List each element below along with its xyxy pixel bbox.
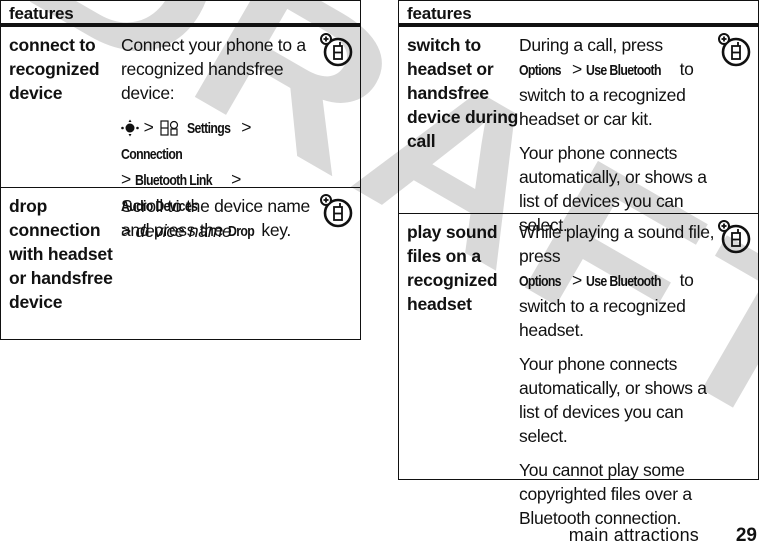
description-before: While playing a sound file, press [519,222,715,266]
path-separator: > [571,270,582,290]
key-drop: Drop [227,223,255,240]
feature-name: connect to recognized device [9,35,100,103]
menu-item-options: Options [519,62,562,79]
table-row: connect to recognized device Connect you… [1,27,360,241]
feature-name: play sound files on a recognized headset [407,222,498,314]
path-separator: > [241,117,252,137]
description-note: Your phone connects automatically, or sh… [519,354,707,446]
table-header: features [399,0,758,27]
description-before: During a call, press [519,35,663,55]
path-separator: > [571,59,582,79]
table-row: switch to headset or handsfree device du… [399,27,758,235]
description-text: Scroll to the device name and press the … [121,194,324,244]
table-row: play sound files on a recognized headset… [399,214,758,528]
menu-item-use-bluetooth: Use Bluetooth [586,273,662,290]
description-text: Connect your phone to a recognized hands… [121,35,306,103]
feature-name: drop connection with headset or handsfre… [9,196,113,312]
description-note: You cannot play some copyrighted files o… [519,460,692,528]
menu-item-use-bluetooth: Use Bluetooth [586,62,662,79]
path-separator: > [231,169,242,189]
network-feature-icon [718,33,751,67]
description-after: key. [261,220,291,240]
table-header: features [1,0,360,27]
feature-name: switch to headset or handsfree device du… [407,35,519,151]
menu-item-settings: Settings [186,120,231,137]
features-table-left: features connect to recognized device Co… [0,0,361,340]
table-row: drop connection with headset or handsfre… [1,188,360,339]
network-feature-icon [718,220,751,254]
menu-item-options: Options [519,273,562,290]
path-separator: > [121,169,131,189]
path-separator: > [143,117,154,137]
features-table-right: features switch to headset or handsfree … [398,0,759,528]
description-text: While playing a sound file, press Option… [519,220,722,342]
network-feature-icon [320,33,353,67]
description-text: During a call, press Options > Use Bluet… [519,33,722,131]
section-title: main attractions [568,525,699,545]
nav-key-icon [121,119,139,137]
settings-icon [160,120,179,136]
page-footer: main attractions 29 [0,525,759,546]
menu-item-connection: Connection [121,146,183,163]
network-feature-icon [320,194,353,228]
